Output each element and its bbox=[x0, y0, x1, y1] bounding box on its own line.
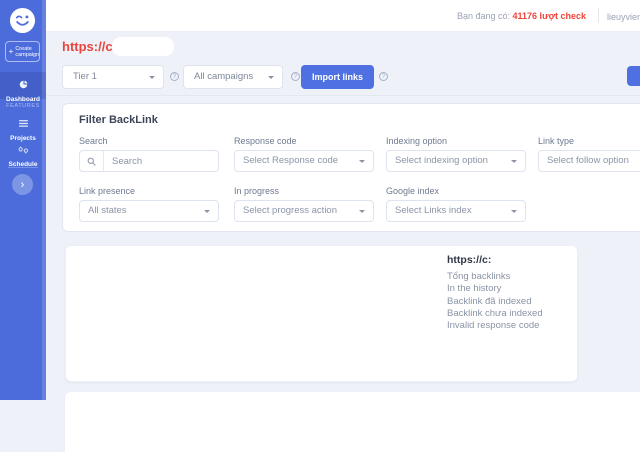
indexing-option-select[interactable]: Select indexing option bbox=[386, 150, 526, 172]
google-index-field-group: Google index Select Links index bbox=[386, 186, 526, 222]
sidebar-scrollbar[interactable] bbox=[42, 0, 46, 400]
user-menu[interactable]: lieuyvien9 bbox=[607, 12, 640, 22]
create-campaign-label: Create campaign bbox=[15, 46, 36, 58]
chevron-right-icon: › bbox=[21, 179, 25, 191]
tier-select[interactable]: Tier 1 bbox=[62, 65, 164, 89]
credits-status: Bạn đang có: 41176 lượt check bbox=[457, 11, 586, 21]
response-code-field-group: Response code Select Response code bbox=[234, 136, 374, 172]
sidebar-item-label: Dashboard bbox=[0, 96, 46, 103]
panel-title: Filter BackLink bbox=[79, 114, 158, 126]
link-type-select[interactable]: Select follow option bbox=[538, 150, 640, 172]
edge-action-button[interactable] bbox=[627, 66, 640, 86]
search-icon bbox=[80, 151, 104, 171]
select-value: Select Links index bbox=[395, 205, 472, 216]
field-label: Link presence bbox=[79, 186, 219, 196]
stats-row-invalid-response: Invalid response code bbox=[447, 320, 543, 332]
select-value: Select progress action bbox=[243, 205, 337, 216]
field-label: Indexing option bbox=[386, 136, 526, 146]
stats-url-title: https://c: bbox=[447, 254, 491, 266]
sidebar: + Create campaign Dashboard FEATURES Pro… bbox=[0, 0, 46, 400]
sidebar-collapse-toggle[interactable]: › bbox=[12, 174, 33, 195]
credits-value: 41176 lượt check bbox=[513, 11, 586, 21]
chevron-down-icon bbox=[511, 160, 517, 163]
in-progress-select[interactable]: Select progress action bbox=[234, 200, 374, 222]
field-label: In progress bbox=[234, 186, 374, 196]
stats-row-not-indexed: Backlink chưa indexed bbox=[447, 308, 543, 320]
field-label: Response code bbox=[234, 136, 374, 146]
chevron-down-icon bbox=[359, 160, 365, 163]
sidebar-item-schedule[interactable]: Schedule bbox=[0, 141, 46, 163]
page-title-url: https://c bbox=[62, 39, 113, 54]
projects-list-icon bbox=[19, 115, 28, 132]
backlink-stats-card: https://c: Tổng backlinks In the history… bbox=[65, 245, 578, 382]
indexing-option-field-group: Indexing option Select indexing option bbox=[386, 136, 526, 172]
chevron-down-icon bbox=[359, 210, 365, 213]
main-content: https://c Tier 1 ? All campaigns ? Impor… bbox=[46, 32, 640, 400]
campaign-select[interactable]: All campaigns bbox=[183, 65, 283, 89]
select-value: Select Response code bbox=[243, 155, 338, 166]
app-logo-smiley-icon[interactable] bbox=[9, 7, 36, 34]
stats-list: Tổng backlinks In the history Backlink đ… bbox=[447, 271, 543, 332]
chevron-down-icon bbox=[204, 210, 210, 213]
dashboard-pie-icon bbox=[19, 76, 28, 93]
link-presence-field-group: Link presence All states bbox=[79, 186, 219, 222]
redacted-url-box bbox=[112, 37, 174, 56]
search-field-group: Search bbox=[79, 136, 219, 172]
top-header: Bạn đang có: 41176 lượt check lieuyvien9 bbox=[46, 0, 640, 32]
select-value: Select follow option bbox=[547, 155, 629, 166]
link-type-field-group: Link type Select follow option bbox=[538, 136, 640, 172]
tier-help-icon[interactable]: ? bbox=[170, 72, 179, 81]
tier-select-value: Tier 1 bbox=[73, 71, 97, 82]
schedule-gears-icon bbox=[18, 141, 29, 158]
chevron-down-icon bbox=[511, 210, 517, 213]
search-input-wrapper bbox=[79, 150, 219, 172]
import-links-button[interactable]: Import links bbox=[301, 65, 374, 89]
sidebar-item-dashboard[interactable]: Dashboard bbox=[0, 72, 46, 99]
sidebar-section-label: FEATURES bbox=[0, 103, 46, 109]
campaign-help-icon[interactable]: ? bbox=[291, 72, 300, 81]
in-progress-field-group: In progress Select progress action bbox=[234, 186, 374, 222]
stats-row-indexed: Backlink đã indexed bbox=[447, 296, 543, 308]
field-label: Google index bbox=[386, 186, 526, 196]
campaign-select-value: All campaigns bbox=[194, 71, 253, 82]
sidebar-divider bbox=[8, 167, 38, 168]
sidebar-item-projects[interactable]: Projects bbox=[0, 115, 46, 137]
filter-backlink-panel: Filter BackLink Search Response code Sel… bbox=[62, 103, 640, 232]
chevron-down-icon bbox=[149, 76, 155, 79]
link-presence-select[interactable]: All states bbox=[79, 200, 219, 222]
stats-row-history: In the history bbox=[447, 283, 543, 295]
chevron-down-icon bbox=[268, 76, 274, 79]
plus-icon: + bbox=[9, 48, 14, 56]
google-index-select[interactable]: Select Links index bbox=[386, 200, 526, 222]
header-divider bbox=[598, 8, 599, 23]
select-value: Select indexing option bbox=[395, 155, 488, 166]
import-help-icon[interactable]: ? bbox=[379, 72, 388, 81]
results-table-card bbox=[65, 392, 640, 452]
select-value: All states bbox=[88, 205, 127, 216]
search-input[interactable] bbox=[104, 151, 218, 171]
stats-row-total-backlinks: Tổng backlinks bbox=[447, 271, 543, 283]
section-divider bbox=[46, 95, 640, 96]
response-code-select[interactable]: Select Response code bbox=[234, 150, 374, 172]
field-label: Link type bbox=[538, 136, 640, 146]
create-campaign-button[interactable]: + Create campaign bbox=[5, 41, 40, 62]
field-label: Search bbox=[79, 136, 219, 146]
credits-label: Bạn đang có: bbox=[457, 11, 510, 21]
